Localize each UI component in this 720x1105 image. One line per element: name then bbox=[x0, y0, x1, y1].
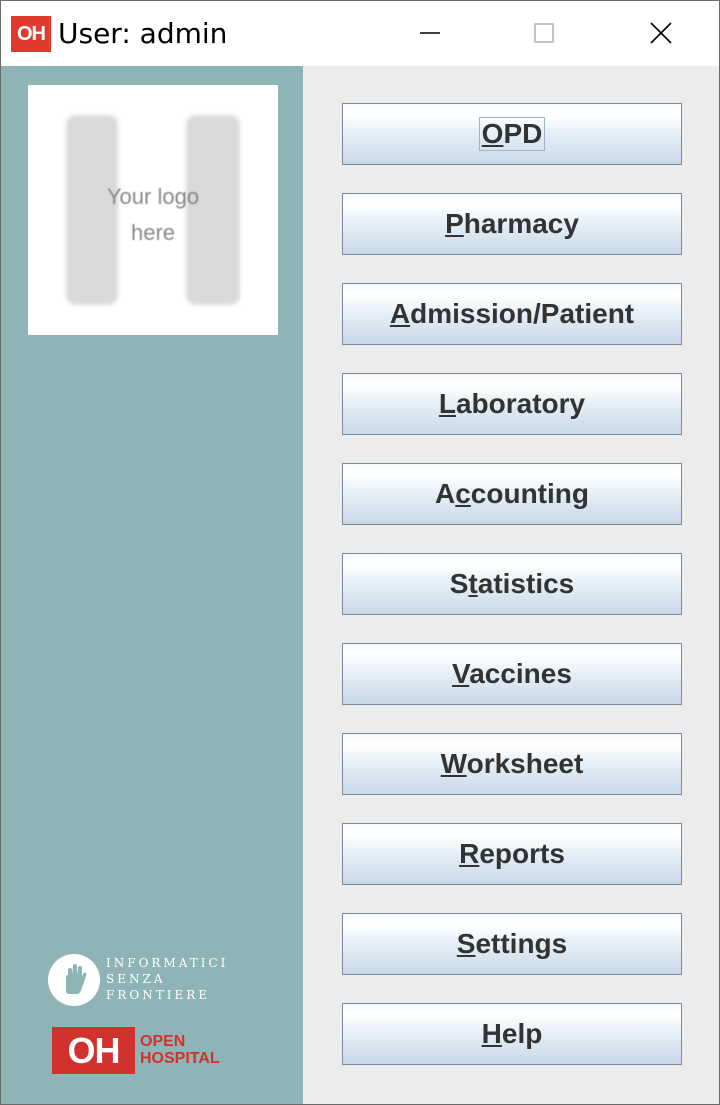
help-button[interactable]: Help bbox=[342, 1003, 682, 1065]
oh-line1: OPEN bbox=[140, 1033, 186, 1050]
minimize-icon bbox=[420, 32, 440, 34]
admission-patient-button[interactable]: Admission/Patient bbox=[342, 283, 682, 345]
left-panel: Your logo here INFORMATICI SENZA FRONTIE… bbox=[1, 66, 303, 1104]
close-button[interactable] bbox=[637, 9, 685, 57]
logo-placeholder-text: Your logo here bbox=[28, 179, 278, 251]
accounting-button-label: Accounting bbox=[434, 478, 589, 509]
window-title: User: admin bbox=[58, 17, 228, 50]
maximize-button[interactable] bbox=[520, 9, 568, 57]
laboratory-button-label: Laboratory bbox=[438, 388, 586, 419]
statistics-button[interactable]: Statistics bbox=[342, 553, 682, 615]
title-bar[interactable]: OH User: admin bbox=[1, 1, 719, 66]
isf-line2: SENZA bbox=[106, 972, 166, 986]
worksheet-button[interactable]: Worksheet bbox=[342, 733, 682, 795]
vaccines-button-label: Vaccines bbox=[452, 658, 572, 689]
logo-line1: Your logo bbox=[106, 184, 200, 209]
logo-line2: here bbox=[130, 220, 176, 245]
isf-line1: INFORMATICI bbox=[106, 956, 229, 970]
maximize-icon bbox=[534, 23, 554, 43]
hand-icon bbox=[48, 954, 100, 1006]
open-hospital-logo: OH OPEN HOSPITAL bbox=[52, 1027, 252, 1077]
reports-button-label: Reports bbox=[459, 838, 565, 869]
laboratory-button[interactable]: Laboratory bbox=[342, 373, 682, 435]
oh-line2: HOSPITAL bbox=[140, 1050, 220, 1067]
main-window: OH User: admin Your logo here INFORMATIC… bbox=[0, 0, 720, 1105]
admission-patient-button-label: Admission/Patient bbox=[389, 298, 635, 329]
help-button-label: Help bbox=[481, 1018, 543, 1049]
app-icon: OH bbox=[11, 16, 51, 52]
worksheet-button-label: Worksheet bbox=[440, 748, 584, 779]
statistics-button-label: Statistics bbox=[449, 568, 575, 599]
accounting-button[interactable]: Accounting bbox=[342, 463, 682, 525]
settings-button[interactable]: Settings bbox=[342, 913, 682, 975]
opd-button[interactable]: OPD bbox=[342, 103, 682, 165]
minimize-button[interactable] bbox=[406, 9, 454, 57]
pharmacy-button-label: Pharmacy bbox=[445, 208, 579, 239]
close-icon bbox=[650, 22, 672, 44]
isf-logo: INFORMATICI SENZA FRONTIERE bbox=[48, 951, 248, 1011]
settings-button-label: Settings bbox=[456, 928, 568, 959]
vaccines-button[interactable]: Vaccines bbox=[342, 643, 682, 705]
opd-button-label: OPD bbox=[478, 117, 546, 151]
reports-button[interactable]: Reports bbox=[342, 823, 682, 885]
hospital-logo-placeholder: Your logo here bbox=[28, 85, 278, 335]
pharmacy-button[interactable]: Pharmacy bbox=[342, 193, 682, 255]
isf-line3: FRONTIERE bbox=[106, 988, 210, 1002]
oh-mark: OH bbox=[52, 1027, 135, 1074]
